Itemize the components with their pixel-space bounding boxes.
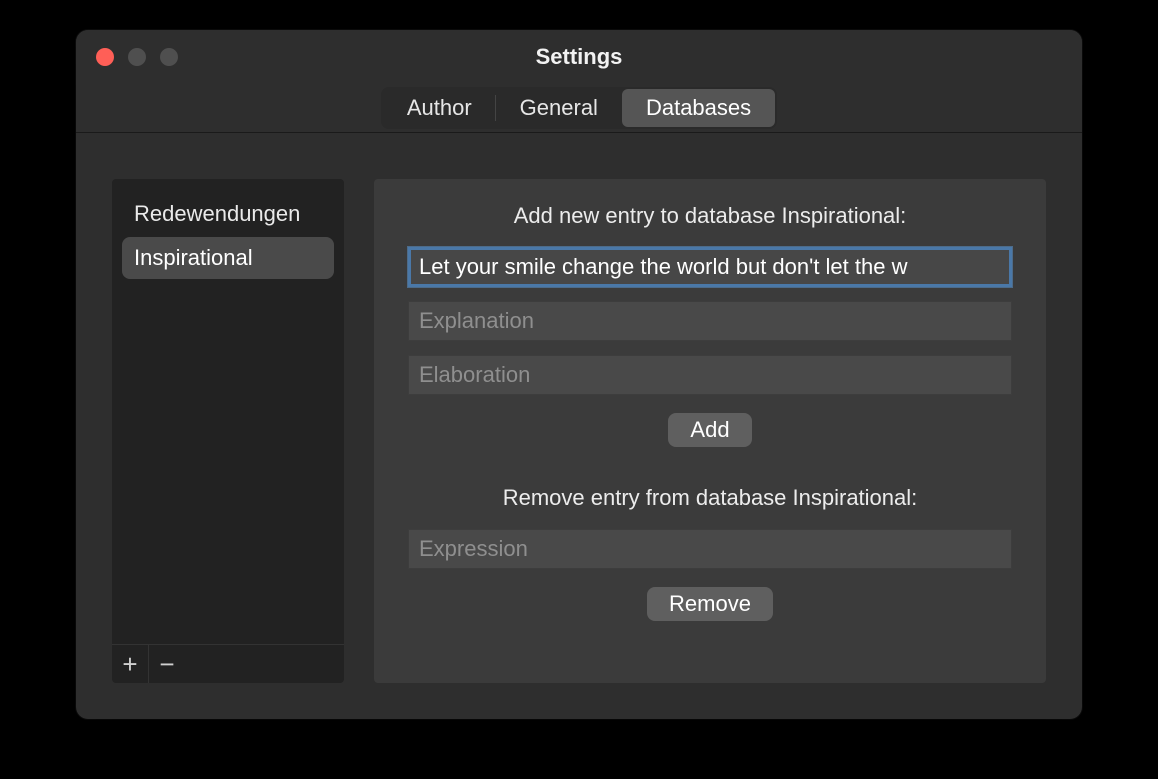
traffic-lights bbox=[96, 48, 178, 66]
sidebar-footer: + − bbox=[112, 644, 344, 683]
database-list: Redewendungen Inspirational bbox=[112, 179, 344, 644]
add-entry-button[interactable]: Add bbox=[668, 413, 751, 447]
explanation-input[interactable] bbox=[408, 301, 1012, 341]
database-sidebar: Redewendungen Inspirational + − bbox=[112, 179, 344, 683]
add-database-button[interactable]: + bbox=[112, 645, 149, 683]
sidebar-item-redewendungen[interactable]: Redewendungen bbox=[122, 193, 334, 235]
tab-author[interactable]: Author bbox=[383, 89, 496, 127]
expression-input[interactable] bbox=[408, 529, 1012, 569]
tab-bar: Author General Databases bbox=[76, 84, 1082, 133]
add-button-row: Add bbox=[408, 413, 1012, 447]
remove-entry-heading: Remove entry from database Inspirational… bbox=[408, 485, 1012, 511]
remove-button-row: Remove bbox=[408, 587, 1012, 621]
tab-databases[interactable]: Databases bbox=[622, 89, 775, 127]
remove-database-button[interactable]: − bbox=[149, 645, 185, 683]
titlebar: Settings bbox=[76, 30, 1082, 84]
zoom-window-button[interactable] bbox=[160, 48, 178, 66]
minus-icon: − bbox=[159, 649, 174, 680]
minimize-window-button[interactable] bbox=[128, 48, 146, 66]
settings-window: Settings Author General Databases Redewe… bbox=[76, 30, 1082, 719]
plus-icon: + bbox=[122, 649, 137, 680]
content-area: Redewendungen Inspirational + − Add new … bbox=[76, 133, 1082, 719]
tab-general[interactable]: General bbox=[496, 89, 622, 127]
window-title: Settings bbox=[76, 44, 1082, 70]
section-gap bbox=[408, 451, 1012, 485]
sidebar-item-inspirational[interactable]: Inspirational bbox=[122, 237, 334, 279]
remove-entry-button[interactable]: Remove bbox=[647, 587, 773, 621]
tab-group: Author General Databases bbox=[381, 87, 777, 129]
entry-text-input[interactable] bbox=[408, 247, 1012, 287]
add-entry-heading: Add new entry to database Inspirational: bbox=[408, 203, 1012, 229]
elaboration-input[interactable] bbox=[408, 355, 1012, 395]
close-window-button[interactable] bbox=[96, 48, 114, 66]
database-panel: Add new entry to database Inspirational:… bbox=[374, 179, 1046, 683]
